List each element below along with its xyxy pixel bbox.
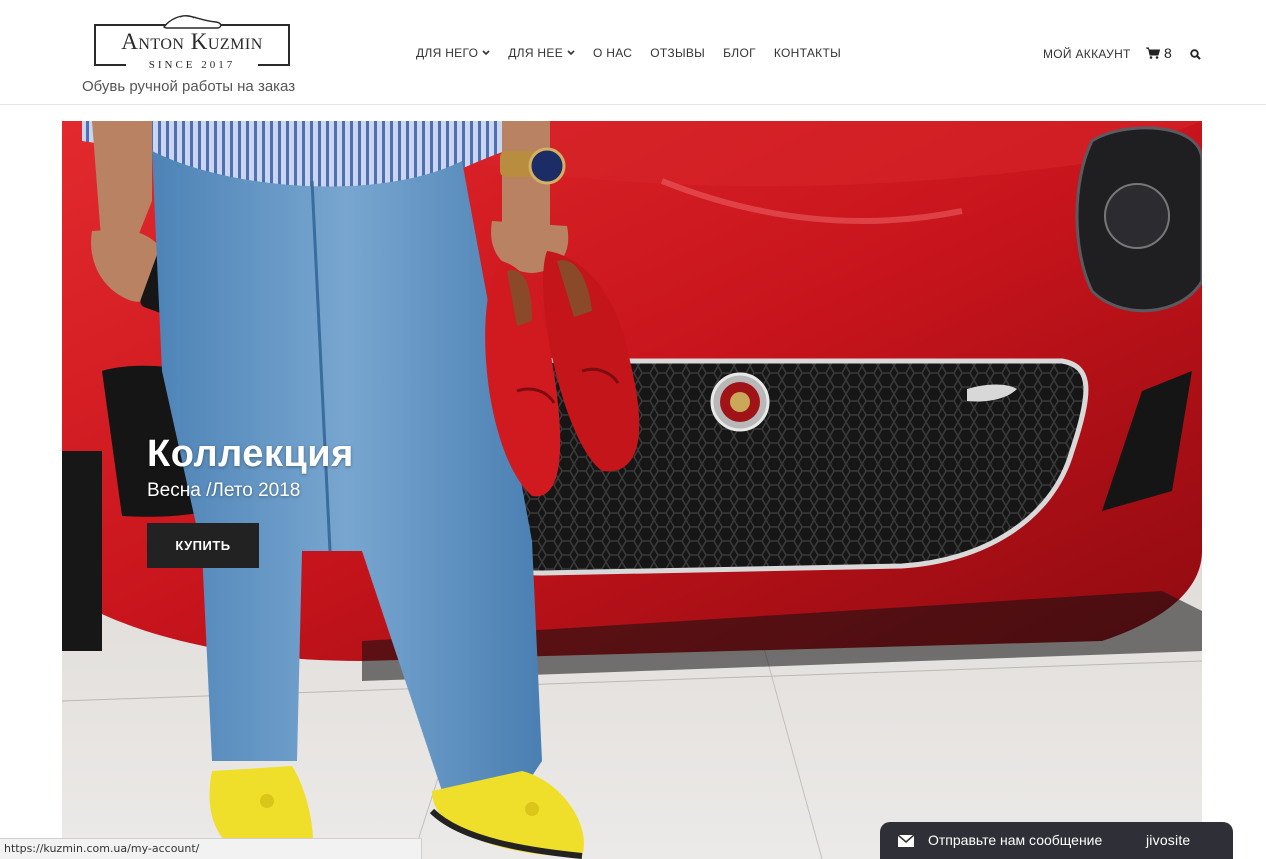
chat-widget-button[interactable]: Отправьте нам сообщение jivosite — [880, 822, 1233, 859]
chat-message-label: Отправьте нам сообщение — [928, 832, 1103, 848]
nav-item-label: ДЛЯ НЕГО — [416, 46, 479, 60]
brand-name: Anton Kuzmin — [121, 29, 263, 54]
nav-item-label: ДЛЯ НЕЕ — [508, 46, 564, 60]
brand-logo[interactable]: Anton Kuzmin SINCE 2017 — [94, 15, 290, 72]
nav-item-reviews[interactable]: ОТЗЫВЫ — [650, 46, 705, 60]
site-header: Anton Kuzmin SINCE 2017 Обувь ручной раб… — [0, 0, 1266, 105]
cart-count: 8 — [1164, 45, 1172, 61]
nav-item-for-her[interactable]: ДЛЯ НЕЕ — [508, 46, 575, 60]
brand-since: SINCE 2017 — [126, 58, 258, 72]
buy-button[interactable]: КУПИТЬ — [147, 523, 259, 568]
chat-brand-label: jivosite — [1146, 832, 1191, 848]
nav-item-blog[interactable]: БЛОГ — [723, 46, 756, 60]
cart-icon — [1146, 47, 1160, 59]
hero-title: Коллекция — [147, 433, 354, 475]
nav-item-for-him[interactable]: ДЛЯ НЕГО — [416, 46, 490, 60]
nav-item-contacts[interactable]: КОНТАКТЫ — [774, 46, 841, 60]
browser-status-url: https://kuzmin.com.ua/my-account/ — [0, 838, 422, 859]
my-account-link[interactable]: МОЙ АККАУНТ — [1043, 47, 1131, 61]
nav-item-label: ОТЗЫВЫ — [650, 46, 706, 60]
nav-item-label: КОНТАКТЫ — [773, 46, 842, 60]
chevron-down-icon — [482, 50, 490, 56]
nav-item-label: БЛОГ — [723, 46, 756, 60]
envelope-icon — [898, 835, 914, 847]
shoe-logo-icon — [162, 15, 222, 29]
cart-button[interactable]: 8 — [1146, 45, 1172, 61]
hero-subtitle: Весна /Лето 2018 — [147, 480, 301, 501]
hero-banner: Коллекция Весна /Лето 2018 КУПИТЬ — [62, 121, 1202, 859]
nav-item-label: О НАС — [593, 46, 633, 60]
nav-item-about[interactable]: О НАС — [593, 46, 632, 60]
brand-tagline: Обувь ручной работы на заказ — [82, 78, 296, 95]
search-icon[interactable] — [1190, 49, 1201, 60]
main-nav: ДЛЯ НЕГО ДЛЯ НЕЕ О НАС ОТЗЫВЫ БЛОГ КОНТА… — [416, 46, 841, 60]
chevron-down-icon — [567, 50, 575, 56]
